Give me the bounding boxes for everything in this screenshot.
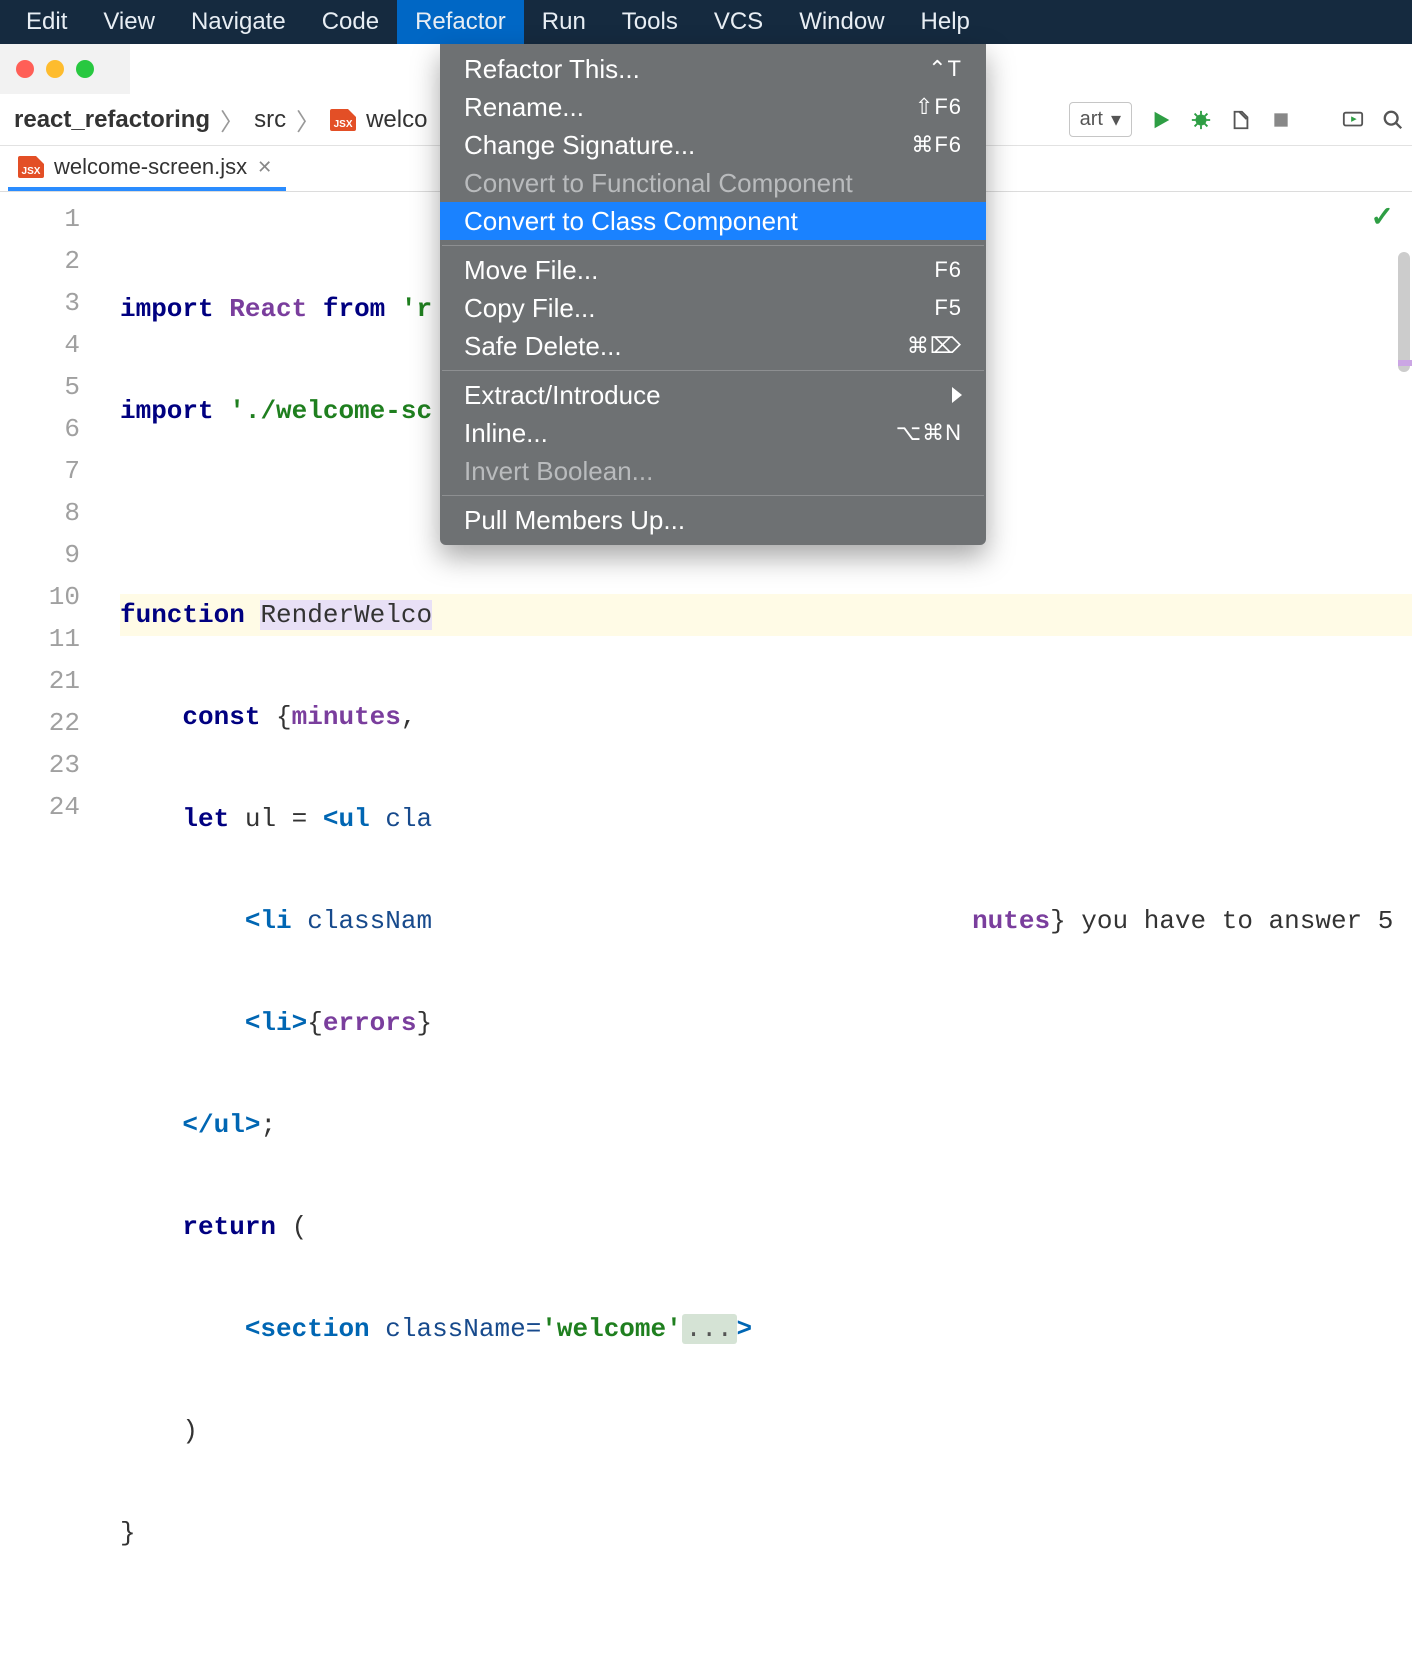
jsx-file-icon (330, 109, 356, 131)
line-number: 23 (0, 744, 80, 786)
dd-label: Pull Members Up... (464, 505, 685, 536)
run-config-selector[interactable]: art ▾ (1069, 102, 1132, 137)
run-target-icon[interactable] (1342, 109, 1364, 131)
line-number: 10 (0, 576, 80, 618)
dd-label: Inline... (464, 418, 548, 449)
line-number: 21 (0, 660, 80, 702)
line-number: 5 (0, 366, 80, 408)
line-number: 24 (0, 786, 80, 828)
menu-edit[interactable]: Edit (8, 0, 85, 44)
breadcrumb-project[interactable]: react_refactoring (14, 106, 210, 134)
menu-tools[interactable]: Tools (604, 0, 696, 44)
dd-label: Extract/Introduce (464, 380, 661, 411)
jsx-file-icon (18, 156, 44, 178)
window-close-icon[interactable] (16, 60, 34, 78)
line-number: 22 (0, 702, 80, 744)
line-number: 3 (0, 282, 80, 324)
chevron-right-icon: 〉 (296, 102, 320, 137)
dd-safe-delete[interactable]: Safe Delete... ⌘⌦ (440, 327, 986, 365)
dd-invert-boolean: Invert Boolean... (440, 452, 986, 490)
menu-help[interactable]: Help (903, 0, 988, 44)
breadcrumb-file[interactable]: welco (366, 106, 427, 134)
breadcrumb-folder[interactable]: src (254, 106, 286, 134)
menu-run[interactable]: Run (524, 0, 604, 44)
search-icon[interactable] (1382, 109, 1404, 131)
dd-label: Rename... (464, 92, 584, 123)
traffic-lights (0, 60, 94, 78)
tab-label: welcome-screen.jsx (54, 154, 247, 180)
dd-change-signature[interactable]: Change Signature... ⌘F6 (440, 126, 986, 164)
dd-convert-to-functional: Convert to Functional Component (440, 164, 986, 202)
chevron-right-icon: 〉 (220, 102, 244, 137)
line-gutter: 1 2 3 4 5 6 7 8 9 10 11 21 22 23 24 (0, 192, 96, 886)
refactor-dropdown: Refactor This... ⌃T Rename... ⇧F6 Change… (440, 44, 986, 545)
dd-extract-introduce[interactable]: Extract/Introduce (440, 376, 986, 414)
chevron-down-icon: ▾ (1111, 107, 1121, 132)
line-number: 7 (0, 450, 80, 492)
dd-label: Safe Delete... (464, 331, 622, 362)
dd-label: Refactor This... (464, 54, 640, 85)
line-number: 6 (0, 408, 80, 450)
dd-shortcut: F6 (934, 257, 962, 283)
menu-code[interactable]: Code (304, 0, 397, 44)
menu-vcs[interactable]: VCS (696, 0, 781, 44)
dd-label: Copy File... (464, 293, 596, 324)
dd-label: Convert to Class Component (464, 206, 798, 237)
line-number: 9 (0, 534, 80, 576)
window-zoom-icon[interactable] (76, 60, 94, 78)
debug-icon[interactable] (1190, 109, 1212, 131)
dd-move-file[interactable]: Move File... F6 (440, 251, 986, 289)
dd-shortcut: F5 (934, 295, 962, 321)
dd-shortcut: ⌥⌘N (896, 420, 962, 446)
inspection-marker[interactable] (1398, 360, 1412, 366)
dd-label: Convert to Functional Component (464, 168, 853, 199)
run-config-label: art (1080, 108, 1103, 131)
dd-convert-to-class[interactable]: Convert to Class Component (440, 202, 986, 240)
menu-navigate[interactable]: Navigate (173, 0, 304, 44)
tab-welcome-screen[interactable]: welcome-screen.jsx ✕ (8, 147, 286, 191)
menu-window[interactable]: Window (781, 0, 902, 44)
dd-copy-file[interactable]: Copy File... F5 (440, 289, 986, 327)
dd-separator (442, 245, 984, 246)
line-number: 1 (0, 198, 80, 240)
dd-label: Change Signature... (464, 130, 695, 161)
line-number: 4 (0, 324, 80, 366)
dd-separator (442, 370, 984, 371)
dd-shortcut: ⌃T (928, 56, 962, 82)
dd-label: Move File... (464, 255, 598, 286)
dd-separator (442, 495, 984, 496)
menu-view[interactable]: View (85, 0, 173, 44)
inspection-ok-icon[interactable]: ✓ (1371, 200, 1394, 235)
dd-rename[interactable]: Rename... ⇧F6 (440, 88, 986, 126)
dd-pull-members-up[interactable]: Pull Members Up... (440, 501, 986, 539)
stop-icon[interactable] (1270, 109, 1292, 131)
menubar: Edit View Navigate Code Refactor Run Too… (0, 0, 1412, 44)
window-minimize-icon[interactable] (46, 60, 64, 78)
line-number: 2 (0, 240, 80, 282)
dd-refactor-this[interactable]: Refactor This... ⌃T (440, 50, 986, 88)
run-icon[interactable] (1150, 109, 1172, 131)
chevron-right-icon (952, 387, 962, 403)
close-icon[interactable]: ✕ (257, 157, 272, 178)
coverage-icon[interactable] (1230, 109, 1252, 131)
dd-shortcut: ⇧F6 (915, 94, 962, 120)
vertical-scrollbar[interactable] (1398, 252, 1410, 372)
menu-refactor[interactable]: Refactor (397, 0, 524, 44)
toolbar: art ▾ (1069, 94, 1404, 145)
line-number: 8 (0, 492, 80, 534)
dd-label: Invert Boolean... (464, 456, 653, 487)
dd-inline[interactable]: Inline... ⌥⌘N (440, 414, 986, 452)
dd-shortcut: ⌘F6 (911, 132, 962, 158)
dd-shortcut: ⌘⌦ (907, 333, 962, 359)
line-number: 11 (0, 618, 80, 660)
